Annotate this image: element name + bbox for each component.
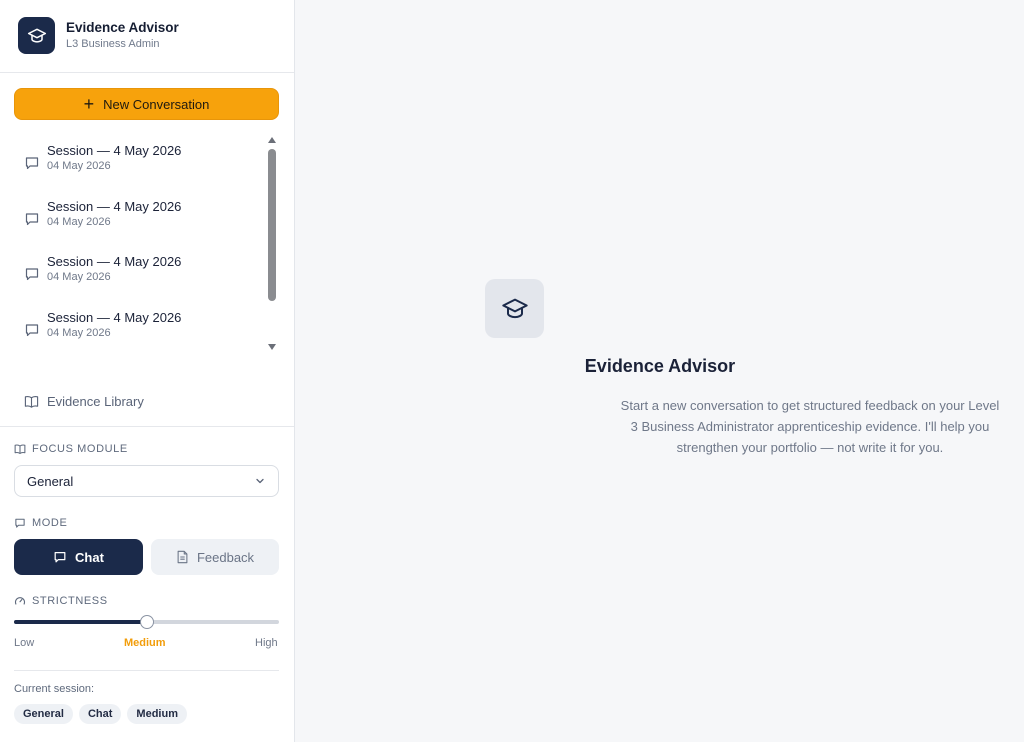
divider	[0, 72, 294, 73]
divider	[14, 670, 279, 671]
strictness-label: STRICTNESS	[32, 595, 108, 607]
chat-bubble-icon	[25, 324, 39, 337]
brand: Evidence Advisor L3 Business Admin	[18, 17, 179, 54]
session-chip: General	[14, 704, 73, 724]
graduation-cap-icon	[485, 279, 544, 338]
scroll-down-arrow[interactable]	[268, 344, 276, 350]
current-session-chips: General Chat Medium	[14, 704, 193, 724]
scrollbar-thumb[interactable]	[268, 149, 276, 301]
session-list[interactable]: Session — 4 May 2026 04 May 2026 Session…	[0, 137, 294, 357]
session-date: 04 May 2026	[47, 271, 111, 283]
session-item[interactable]: Session — 4 May 2026 04 May 2026	[24, 310, 264, 350]
session-date: 04 May 2026	[47, 216, 111, 228]
session-item[interactable]: Session — 4 May 2026 04 May 2026	[24, 143, 264, 183]
mode-chat-label: Chat	[75, 549, 104, 565]
mode-feedback-label: Feedback	[196, 549, 255, 565]
session-item[interactable]: Session — 4 May 2026 04 May 2026	[24, 199, 264, 239]
app-title: Evidence Advisor	[66, 20, 179, 35]
chat-bubble-icon	[15, 518, 25, 528]
focus-module-value: General	[27, 473, 74, 489]
session-item[interactable]: Session — 4 May 2026 04 May 2026	[24, 254, 264, 294]
document-icon	[177, 550, 188, 564]
focus-module-select[interactable]: General	[14, 465, 279, 497]
session-title: Session — 4 May 2026	[47, 199, 182, 214]
divider	[0, 426, 294, 427]
evidence-library-label: Evidence Library	[47, 394, 144, 409]
evidence-library-link[interactable]: Evidence Library	[24, 394, 144, 409]
session-date: 04 May 2026	[47, 160, 111, 172]
focus-module-heading: FOCUS MODULE	[14, 443, 128, 455]
strictness-heading: STRICTNESS	[14, 595, 108, 607]
session-date: 04 May 2026	[47, 327, 111, 339]
chat-bubble-icon	[25, 268, 39, 281]
app-subtitle: L3 Business Admin	[66, 38, 160, 50]
new-conversation-label: New Conversation	[103, 96, 210, 112]
book-icon	[24, 395, 39, 408]
session-title: Session — 4 May 2026	[47, 310, 182, 325]
chat-bubble-icon	[25, 157, 39, 170]
chat-bubble-icon	[25, 213, 39, 226]
strictness-low-label: Low	[14, 637, 35, 649]
scroll-up-arrow[interactable]	[268, 137, 276, 143]
strictness-medium-label: Medium	[124, 637, 166, 649]
current-session-label: Current session:	[14, 683, 95, 695]
sidebar: Evidence Advisor L3 Business Admin + New…	[0, 0, 295, 742]
new-conversation-button[interactable]: + New Conversation	[14, 88, 279, 120]
mode-heading: MODE	[14, 517, 67, 529]
session-title: Session — 4 May 2026	[47, 143, 182, 158]
focus-module-label: FOCUS MODULE	[32, 443, 128, 455]
book-icon	[14, 444, 26, 455]
empty-state-title: Evidence Advisor	[584, 356, 736, 376]
plus-icon: +	[83, 94, 95, 114]
session-chip: Medium	[127, 704, 187, 724]
session-chip: Chat	[78, 704, 122, 724]
chat-bubble-icon	[54, 552, 66, 563]
empty-state-description: Start a new conversation to get structur…	[620, 398, 1000, 455]
strictness-slider[interactable]	[14, 615, 279, 629]
mode-chat-button[interactable]: Chat	[14, 539, 143, 575]
session-title: Session — 4 May 2026	[47, 254, 182, 269]
slider-thumb[interactable]	[140, 615, 154, 629]
mode-label: MODE	[32, 517, 68, 529]
graduation-cap-icon	[18, 17, 55, 54]
strictness-high-label: High	[255, 637, 278, 649]
mode-feedback-button[interactable]: Feedback	[151, 539, 279, 575]
gauge-icon	[14, 597, 26, 605]
slider-fill	[14, 620, 147, 624]
chevron-down-icon	[256, 478, 264, 484]
